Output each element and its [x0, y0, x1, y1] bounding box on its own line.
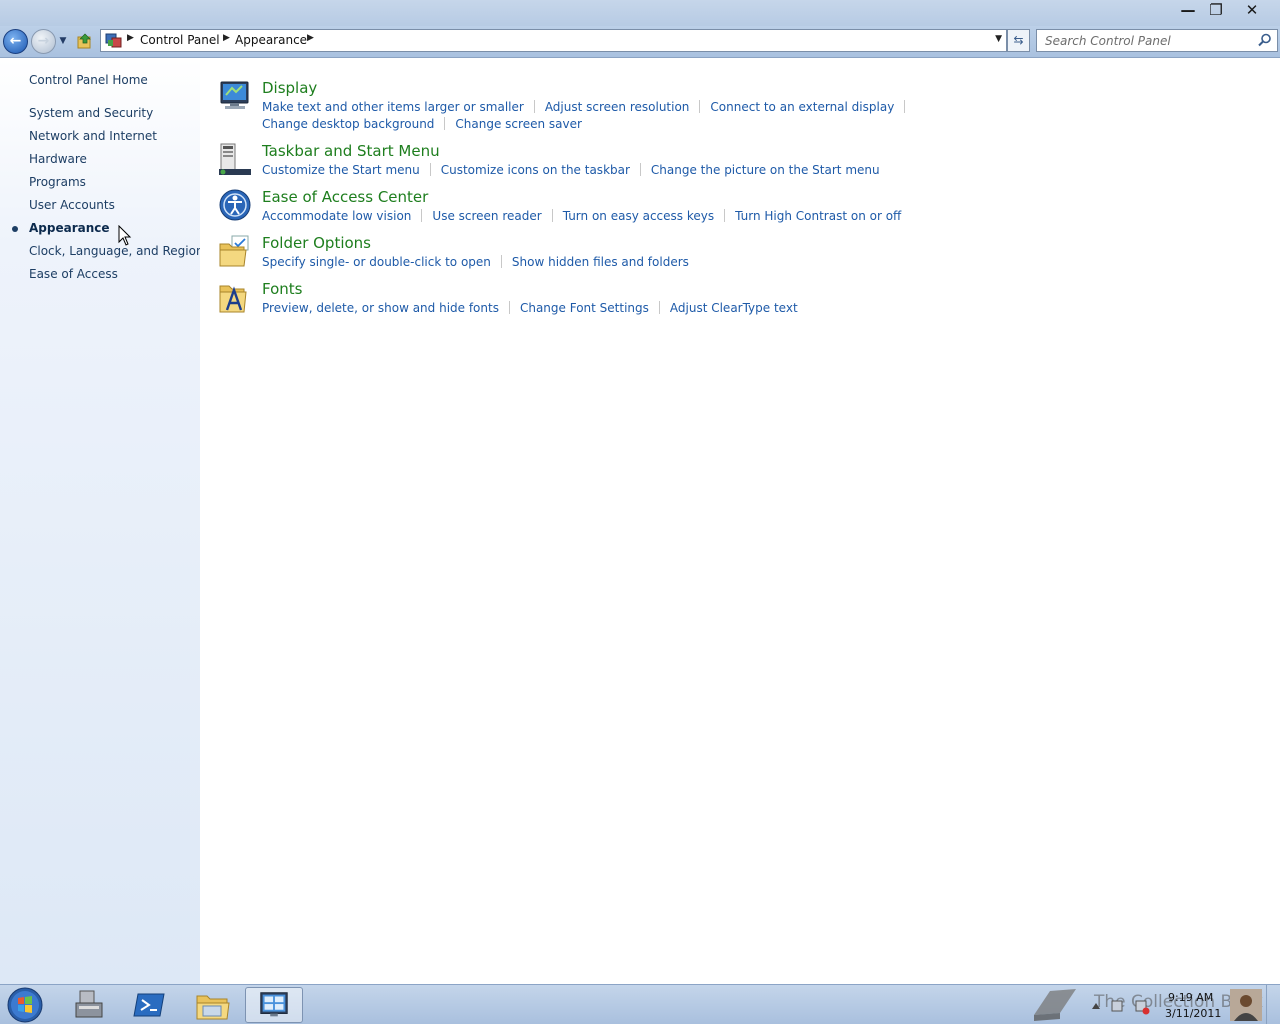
separator — [533, 100, 535, 113]
refresh-button[interactable]: ⇆ — [1007, 29, 1030, 52]
taskbar-icon[interactable] — [218, 142, 252, 176]
search-input[interactable]: Search Control Panel — [1036, 29, 1278, 52]
separator — [904, 100, 906, 113]
notification-area-icons[interactable] — [1088, 995, 1158, 1015]
separator — [551, 209, 553, 222]
category-title-folder-options[interactable]: Folder Options — [262, 234, 371, 252]
close-button[interactable]: ✕ — [1238, 0, 1266, 20]
control-panel-icon — [105, 33, 122, 48]
powershell-icon[interactable] — [121, 987, 179, 1023]
maximize-button[interactable]: ❐ — [1202, 0, 1230, 20]
title-bar: — ❐ ✕ — [0, 0, 1280, 26]
link-adjust-screen-resolution[interactable]: Adjust screen resolution — [545, 100, 690, 114]
forward-button[interactable]: → — [31, 29, 56, 54]
sidebar-item-user-accounts[interactable]: User Accounts — [29, 198, 115, 212]
link-row: Preview, delete, or show and hide fonts C… — [262, 301, 798, 315]
link-customize-taskbar-icons[interactable]: Customize icons on the taskbar — [441, 163, 630, 177]
breadcrumb-appearance[interactable]: Appearance — [235, 33, 307, 47]
fonts-icon[interactable] — [218, 280, 252, 314]
sidebar-item-clock-language-region[interactable]: Clock, Language, and Region — [29, 244, 204, 258]
separator — [699, 100, 701, 113]
link-preview-fonts[interactable]: Preview, delete, or show and hide fonts — [262, 301, 499, 315]
separator — [724, 209, 726, 222]
address-dropdown-icon[interactable]: ▼ — [995, 34, 1002, 44]
clock-date[interactable]: 3/11/2011 — [1165, 1007, 1221, 1020]
address-bar[interactable]: ▶ Control Panel ▶ Appearance ▶ ▼ — [100, 29, 1007, 52]
sidebar-item-appearance: Appearance — [29, 221, 110, 235]
start-button-icon[interactable] — [4, 985, 46, 1024]
back-button[interactable]: ← — [3, 29, 28, 54]
link-show-hidden-files[interactable]: Show hidden files and folders — [512, 255, 689, 269]
taskbar: The Collection Book 9:19 AM 3/11/2011 — [0, 984, 1280, 1024]
up-folder-icon[interactable] — [76, 32, 94, 50]
ease-of-access-icon[interactable] — [218, 188, 252, 222]
link-easy-access-keys[interactable]: Turn on easy access keys — [563, 209, 714, 223]
link-accommodate-low-vision[interactable]: Accommodate low vision — [262, 209, 411, 223]
breadcrumb-separator[interactable]: ▶ — [127, 33, 134, 43]
link-adjust-cleartype[interactable]: Adjust ClearType text — [670, 301, 798, 315]
separator — [508, 301, 510, 314]
sidebar-item-hardware[interactable]: Hardware — [29, 152, 87, 166]
server-manager-icon[interactable] — [60, 987, 118, 1023]
search-placeholder: Search Control Panel — [1045, 34, 1171, 48]
clock-time[interactable]: 9:19 AM — [1168, 991, 1213, 1004]
show-desktop-button[interactable] — [1266, 985, 1280, 1024]
link-change-desktop-background[interactable]: Change desktop background — [262, 117, 434, 131]
link-row: Customize the Start menu Customize icons … — [262, 163, 880, 177]
link-single-double-click[interactable]: Specify single- or double-click to open — [262, 255, 491, 269]
link-change-start-menu-picture[interactable]: Change the picture on the Start menu — [651, 163, 880, 177]
user-avatar-icon[interactable] — [1230, 989, 1262, 1021]
separator — [500, 255, 502, 268]
link-change-screen-saver[interactable]: Change screen saver — [455, 117, 582, 131]
link-customize-start-menu[interactable]: Customize the Start menu — [262, 163, 420, 177]
link-connect-external-display[interactable]: Connect to an external display — [710, 100, 894, 114]
category-title-fonts[interactable]: Fonts — [262, 280, 302, 298]
separator — [429, 163, 431, 176]
minimize-button[interactable]: — — [1174, 0, 1202, 20]
link-row: Make text and other items larger or smal… — [262, 100, 915, 114]
link-row: Specify single- or double-click to open S… — [262, 255, 689, 269]
left-navigation-pane: Control Panel Home System and Security N… — [0, 59, 204, 984]
link-row: Change desktop background Change screen s… — [262, 117, 582, 131]
separator — [639, 163, 641, 176]
sidebar-item-programs[interactable]: Programs — [29, 175, 86, 189]
link-change-font-settings[interactable]: Change Font Settings — [520, 301, 649, 315]
search-icon[interactable] — [1258, 33, 1272, 47]
sidebar-item-system-and-security[interactable]: System and Security — [29, 106, 153, 120]
sidebar-item-ease-of-access[interactable]: Ease of Access — [29, 267, 118, 281]
current-item-bullet — [12, 226, 18, 232]
navigation-bar: ← → ▼ ▶ Control Panel ▶ Appearance ▶ ▼ ⇆… — [0, 26, 1280, 58]
link-row: Accommodate low vision Use screen reader T… — [262, 209, 901, 223]
sidebar-item-network-and-internet[interactable]: Network and Internet — [29, 129, 157, 143]
separator — [421, 209, 423, 222]
recent-pages-dropdown[interactable]: ▼ — [57, 34, 69, 48]
control-panel-taskbar-icon[interactable] — [245, 987, 303, 1023]
link-use-screen-reader[interactable]: Use screen reader — [432, 209, 541, 223]
mouse-cursor-icon — [118, 225, 132, 246]
main-content: Display Make text and other items larger… — [200, 59, 1280, 984]
link-high-contrast[interactable]: Turn High Contrast on or off — [735, 209, 901, 223]
folder-options-icon[interactable] — [218, 234, 252, 268]
display-icon[interactable] — [218, 79, 252, 113]
link-make-text-larger[interactable]: Make text and other items larger or smal… — [262, 100, 524, 114]
category-title-ease-of-access[interactable]: Ease of Access Center — [262, 188, 428, 206]
category-title-display[interactable]: Display — [262, 79, 317, 97]
separator — [658, 301, 660, 314]
breadcrumb-separator[interactable]: ▶ — [307, 33, 314, 43]
separator — [444, 117, 446, 130]
windows-explorer-icon[interactable] — [183, 987, 241, 1023]
category-title-taskbar[interactable]: Taskbar and Start Menu — [262, 142, 440, 160]
sidebar-item-control-panel-home[interactable]: Control Panel Home — [29, 73, 148, 87]
breadcrumb-control-panel[interactable]: Control Panel — [140, 33, 220, 47]
breadcrumb-separator[interactable]: ▶ — [223, 33, 230, 43]
